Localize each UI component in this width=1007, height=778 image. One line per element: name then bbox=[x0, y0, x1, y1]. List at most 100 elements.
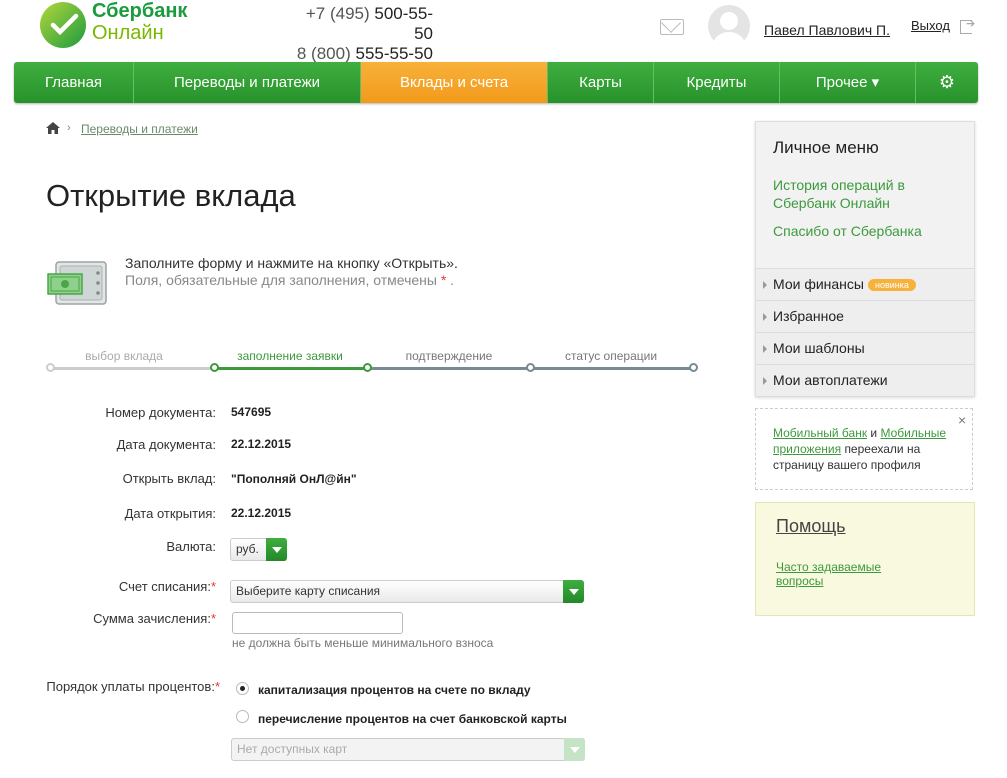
step-2-label: заполнение заявки bbox=[237, 349, 343, 363]
nav-item-home[interactable]: Главная bbox=[14, 62, 134, 103]
interest-label-text: Порядок уплаты процентов: bbox=[46, 679, 215, 694]
interest-option-card[interactable]: перечисление процентов на счет банковско… bbox=[258, 712, 567, 726]
breadcrumb-separator-icon: › bbox=[67, 122, 71, 134]
amount-label-text: Сумма зачисления: bbox=[93, 611, 211, 626]
triangle-right-icon bbox=[763, 313, 767, 321]
nav-item-cards[interactable]: Карты bbox=[548, 62, 654, 103]
history-link-line2: Сбербанк Онлайн bbox=[773, 195, 890, 211]
mobile-notice-text: Мобильный банк и Мобильные приложения пе… bbox=[773, 425, 958, 473]
mobile-bank-link[interactable]: Мобильный банк bbox=[773, 426, 867, 440]
step-4-label: статус операции bbox=[564, 349, 658, 363]
triangle-right-icon bbox=[763, 345, 767, 353]
cards-select[interactable]: Нет доступных карт bbox=[231, 738, 585, 761]
logout-link[interactable]: Выход bbox=[911, 18, 950, 33]
sidebar-item-autopayments[interactable]: Мои автоплатежи bbox=[756, 364, 974, 396]
step-4-dot bbox=[526, 363, 535, 372]
interest-option-capitalization[interactable]: капитализация процентов на счете по вкла… bbox=[258, 683, 531, 697]
sidebar-item-label: Мои автоплатежи bbox=[773, 372, 888, 388]
account-label: Счет списания:* bbox=[60, 579, 216, 594]
sidebar-item-finances[interactable]: Мои финансы новинка bbox=[756, 268, 974, 300]
page-title: Открытие вклада bbox=[46, 178, 296, 213]
mobile-notice: × Мобильный банк и Мобильные приложения … bbox=[755, 408, 973, 490]
main-nav: Главная Переводы и платежи Вклады и счет… bbox=[14, 62, 978, 103]
nav-item-deposits[interactable]: Вклады и счета bbox=[361, 62, 548, 103]
personal-menu-title: Личное меню bbox=[773, 138, 879, 157]
logout-icon[interactable] bbox=[960, 17, 975, 34]
intro-required-prefix: Поля, обязательные для заполнения, отмеч… bbox=[125, 272, 437, 288]
step-1-label: выбор вклада bbox=[85, 349, 163, 363]
doc-number-value: 547695 bbox=[231, 405, 272, 419]
account-select[interactable]: Выберите карту списания bbox=[230, 580, 584, 603]
required-asterisk: * bbox=[210, 611, 216, 626]
username-link[interactable]: Павел Павлович П. bbox=[764, 22, 890, 38]
sidebar-item-label: Избранное bbox=[773, 308, 844, 324]
sidebar-item-label: Мои шаблоны bbox=[773, 340, 865, 356]
progress-steps: выбор вклада заполнение заявки подтвержд… bbox=[46, 346, 698, 376]
interest-radio-capitalization[interactable] bbox=[236, 682, 249, 695]
deposit-label: Открыть вклад: bbox=[122, 471, 216, 486]
currency-select[interactable]: руб. bbox=[230, 538, 287, 561]
step-5-dot bbox=[689, 363, 698, 372]
help-title[interactable]: Помощь bbox=[776, 516, 846, 537]
personal-menu: Личное меню История операций в Сбербанк … bbox=[755, 121, 975, 397]
history-link[interactable]: История операций в Сбербанк Онлайн bbox=[773, 176, 905, 212]
open-date-label: Дата открытия: bbox=[124, 506, 216, 521]
step-2-dot bbox=[210, 363, 219, 372]
gear-icon: ⚙ bbox=[938, 72, 956, 92]
nav-item-credits[interactable]: Кредиты bbox=[654, 62, 780, 103]
doc-date-value: 22.12.2015 bbox=[231, 437, 292, 451]
nav-item-transfers[interactable]: Переводы и платежи bbox=[134, 62, 361, 103]
nav-item-settings[interactable]: ⚙ bbox=[916, 62, 978, 103]
notice-and: и bbox=[870, 426, 878, 440]
step-line-2 bbox=[214, 367, 367, 370]
nav-item-other[interactable]: Прочее ▾ bbox=[780, 62, 916, 103]
chevron-down-icon bbox=[563, 580, 584, 603]
phone1-number: 500-55-50 bbox=[374, 4, 433, 43]
chevron-down-icon bbox=[266, 538, 287, 561]
amount-input[interactable] bbox=[232, 612, 403, 634]
intro-required-note: Поля, обязательные для заполнения, отмеч… bbox=[125, 272, 454, 288]
faq-link[interactable]: Часто задаваемые вопросы bbox=[776, 560, 916, 588]
step-3-dot bbox=[363, 363, 372, 372]
step-1-dot bbox=[46, 363, 55, 372]
help-box: Помощь Часто задаваемые вопросы bbox=[755, 502, 975, 616]
cards-select-value: Нет доступных карт bbox=[237, 742, 348, 756]
currency-select-value: руб. bbox=[236, 542, 259, 556]
triangle-right-icon bbox=[763, 377, 767, 385]
spasibo-link[interactable]: Спасибо от Сбербанка bbox=[773, 222, 922, 240]
mail-icon[interactable] bbox=[660, 19, 684, 35]
logo-text-line1: Сбербанк bbox=[92, 0, 188, 22]
triangle-right-icon bbox=[763, 281, 767, 289]
close-icon[interactable]: × bbox=[958, 412, 966, 428]
safe-icon bbox=[47, 261, 107, 305]
intro-text: Заполните форму и нажмите на кнопку «Отк… bbox=[125, 255, 458, 271]
amount-hint: не должна быть меньше минимального взнос… bbox=[232, 636, 494, 650]
doc-date-label: Дата документа: bbox=[116, 437, 216, 452]
interest-radio-card[interactable] bbox=[236, 710, 249, 723]
home-icon[interactable] bbox=[46, 122, 60, 134]
account-label-text: Счет списания: bbox=[118, 579, 211, 594]
sidebar-item-label: Мои финансы bbox=[773, 276, 864, 292]
step-line-1 bbox=[50, 367, 214, 370]
interest-label: Порядок уплаты процентов:* bbox=[30, 679, 220, 694]
sberbank-logo[interactable]: Сбербанк Онлайн bbox=[40, 0, 200, 50]
phone1-prefix: +7 (495) bbox=[305, 4, 370, 23]
history-link-line1: История операций в bbox=[773, 177, 905, 193]
step-3-label: подтверждение bbox=[405, 349, 493, 363]
logo-text-line2: Онлайн bbox=[92, 22, 164, 44]
sidebar-item-templates[interactable]: Мои шаблоны bbox=[756, 332, 974, 364]
open-date-value: 22.12.2015 bbox=[231, 506, 292, 520]
sidebar-item-favorites[interactable]: Избранное bbox=[756, 300, 974, 332]
intro-required-suffix: . bbox=[450, 272, 455, 288]
phone-numbers: +7 (495) 500-55-50 8 (800) 555-55-50 bbox=[287, 4, 433, 64]
currency-label: Валюта: bbox=[166, 539, 216, 554]
account-select-value: Выберите карту списания bbox=[236, 584, 381, 598]
required-asterisk: * bbox=[214, 679, 220, 694]
chevron-down-icon bbox=[564, 738, 585, 761]
phone2-number: 555-55-50 bbox=[355, 44, 433, 63]
avatar[interactable] bbox=[708, 5, 750, 47]
sberbank-logo-icon bbox=[40, 2, 86, 48]
breadcrumb-link[interactable]: Переводы и платежи bbox=[81, 122, 198, 136]
amount-label: Сумма зачисления:* bbox=[60, 611, 216, 626]
required-asterisk: * bbox=[210, 579, 216, 594]
